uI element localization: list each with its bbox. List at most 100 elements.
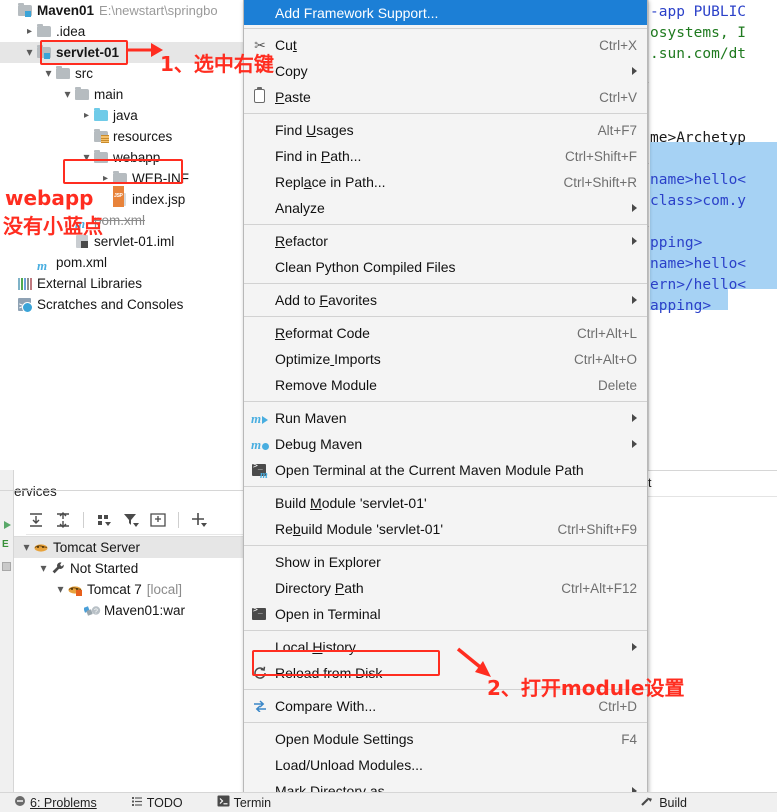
tree-row-scratches-and-consoles[interactable]: ▸Scratches and Consoles xyxy=(0,294,250,317)
chevron-down-icon[interactable]: ▾ xyxy=(54,579,67,600)
xml-editor[interactable]: -app PUBLIC osystems, I .sun.com/dt me>Arch… xyxy=(640,0,777,470)
menu-item-optimize-imports[interactable]: Optimize Imports Ctrl+Alt+O xyxy=(244,346,647,372)
status-item-terminal[interactable]: Termin xyxy=(217,795,271,810)
build-icon xyxy=(641,795,655,811)
tree-row-webapp[interactable]: ▾ webapp xyxy=(0,147,250,168)
services-row-maven01-war[interactable]: ▾?Maven01:war xyxy=(14,600,250,621)
status-item-label: 6: Problems xyxy=(30,795,97,810)
menu-separator xyxy=(244,283,647,284)
menu-item-rebuild-module-servlet-01[interactable]: Rebuild Module 'servlet-01' Ctrl+Shift+F9 xyxy=(244,516,647,542)
submenu-arrow-icon xyxy=(632,67,637,75)
project-root-path: E:\newstart\springbo xyxy=(99,3,218,18)
chevron-down-icon[interactable]: ▾ xyxy=(37,558,50,579)
status-item-build[interactable]: Build xyxy=(641,795,687,811)
menu-item-label: Show in Explorer xyxy=(275,554,381,570)
menu-item-label: Compare With... xyxy=(275,698,377,714)
menu-item-label: Load/Unload Modules... xyxy=(275,757,423,773)
none xyxy=(251,258,269,276)
tree-row-external-libraries[interactable]: ▸External Libraries xyxy=(0,273,250,294)
panel-divider xyxy=(26,534,250,535)
chevron-down-icon[interactable]: ▾ xyxy=(80,147,93,168)
tree-item-label: servlet-01 xyxy=(56,45,120,60)
panel-icon[interactable] xyxy=(2,562,11,571)
menu-item-find-in-path[interactable]: Find in Path... Ctrl+Shift+F xyxy=(244,143,647,169)
status-item-todo[interactable]: TODO xyxy=(131,795,183,810)
services-item-label: Tomcat Server xyxy=(53,540,141,555)
services-item-label: Maven01:war xyxy=(104,603,186,618)
menu-item-replace-in-path[interactable]: Replace in Path... Ctrl+Shift+R xyxy=(244,169,647,195)
services-row-tomcat-7[interactable]: ▾ Tomcat 7 [local] xyxy=(14,579,250,600)
tree-row-root[interactable]: ► Maven01 E:\newstart\springbo xyxy=(0,0,250,21)
chevron-down-icon[interactable]: ▾ xyxy=(20,537,33,558)
menu-item-refactor[interactable]: Refactor xyxy=(244,228,647,254)
menu-item-label: Remove Module xyxy=(275,377,377,393)
compare-icon xyxy=(251,697,269,715)
menu-item-local-history[interactable]: Local History xyxy=(244,634,647,660)
menu-item-run-maven[interactable]: m Run Maven xyxy=(244,405,647,431)
group-icon[interactable] xyxy=(94,510,114,530)
menu-item-label: Directory Path xyxy=(275,580,364,596)
menu-item-load-unload-modules[interactable]: Load/Unload Modules... xyxy=(244,752,647,778)
chevron-right-icon[interactable]: ▸ xyxy=(99,168,112,189)
menu-item-add-to-favorites[interactable]: Add to Favorites xyxy=(244,287,647,313)
status-item-problems[interactable]: 6: Problems xyxy=(14,795,97,810)
tree-row-resources[interactable]: ▸resources xyxy=(0,126,250,147)
menu-item-directory-path[interactable]: Directory Path Ctrl+Alt+F12 xyxy=(244,575,647,601)
menu-item-label: Reload from Disk xyxy=(275,665,383,681)
tomcat-icon xyxy=(67,579,84,600)
folder-icon xyxy=(74,84,91,105)
submenu-arrow-icon xyxy=(632,440,637,448)
menu-item-label: Find Usages xyxy=(275,122,354,138)
add-frame-icon[interactable] xyxy=(148,510,168,530)
paste-icon xyxy=(251,87,269,106)
menu-item-show-in-explorer[interactable]: Show in Explorer xyxy=(244,549,647,575)
menu-item-label: Optimize Imports xyxy=(275,351,381,367)
chevron-right-icon[interactable]: ▸ xyxy=(23,21,36,42)
tree-item-label: java xyxy=(113,108,138,123)
menu-item-debug-maven[interactable]: m Debug Maven xyxy=(244,431,647,457)
menu-item-open-in-terminal[interactable]: Open in Terminal xyxy=(244,601,647,627)
menu-item-cut[interactable]: ✂ Cut Ctrl+X xyxy=(244,32,647,58)
none xyxy=(251,147,269,165)
menu-item-shortcut: Alt+F7 xyxy=(597,122,637,138)
tree-row-java[interactable]: ▸ java xyxy=(0,105,250,126)
menu-item-paste[interactable]: Paste Ctrl+V xyxy=(244,84,647,110)
menu-item-label: Open in Terminal xyxy=(275,606,381,622)
tree-row-main[interactable]: ▾ main xyxy=(0,84,250,105)
expand-all-icon[interactable] xyxy=(26,510,46,530)
menu-item-open-module-settings[interactable]: Open Module Settings F4 xyxy=(244,726,647,752)
chevron-down-icon[interactable]: ▾ xyxy=(23,42,36,63)
chevron-down-icon[interactable]: ▾ xyxy=(61,84,74,105)
add-icon[interactable] xyxy=(189,510,209,530)
status-item-label: TODO xyxy=(146,795,183,810)
menu-item-find-usages[interactable]: Find Usages Alt+F7 xyxy=(244,117,647,143)
tree-row-pom-xml[interactable]: ▸mpom.xml xyxy=(0,252,250,273)
endpoints-icon[interactable]: E xyxy=(2,540,12,550)
services-item-label: Tomcat 7 xyxy=(87,582,142,597)
menu-item-build-module-servlet-01[interactable]: Build Module 'servlet-01' xyxy=(244,490,647,516)
menu-item-clean-python-compiled-files[interactable]: Clean Python Compiled Files xyxy=(244,254,647,280)
filter-icon[interactable] xyxy=(121,510,141,530)
services-row-not-started[interactable]: ▾ Not Started xyxy=(14,558,250,579)
menu-item-label: Local History xyxy=(275,639,356,655)
collapse-all-icon[interactable] xyxy=(53,510,73,530)
menu-item-analyze[interactable]: Analyze xyxy=(244,195,647,221)
services-row-tomcat-server[interactable]: ▾ Tomcat Server xyxy=(14,537,250,558)
tree-item-label: External Libraries xyxy=(37,276,143,291)
chevron-right-icon[interactable]: ▸ xyxy=(80,105,93,126)
chevron-down-icon[interactable]: ▾ xyxy=(42,63,55,84)
menu-item-add-framework-support[interactable]: Add Framework Support... xyxy=(244,0,647,25)
menu-item-copy[interactable]: Copy xyxy=(244,58,647,84)
terminal-icon xyxy=(217,795,230,810)
menu-separator xyxy=(244,224,647,225)
menu-item-reformat-code[interactable]: Reformat Code Ctrl+Alt+L xyxy=(244,320,647,346)
menu-item-remove-module[interactable]: Remove Module Delete xyxy=(244,372,647,398)
none xyxy=(251,638,269,656)
status-item-label: Build xyxy=(659,795,687,810)
run-icon[interactable] xyxy=(2,518,12,529)
none xyxy=(251,756,269,774)
menu-item-label: Replace in Path... xyxy=(275,174,386,190)
none xyxy=(251,376,269,394)
menu-item-open-terminal-at-the-current-maven-module-path[interactable]: m Open Terminal at the Current Maven Modu… xyxy=(244,457,647,483)
tree-item-label: Scratches and Consoles xyxy=(37,297,184,312)
